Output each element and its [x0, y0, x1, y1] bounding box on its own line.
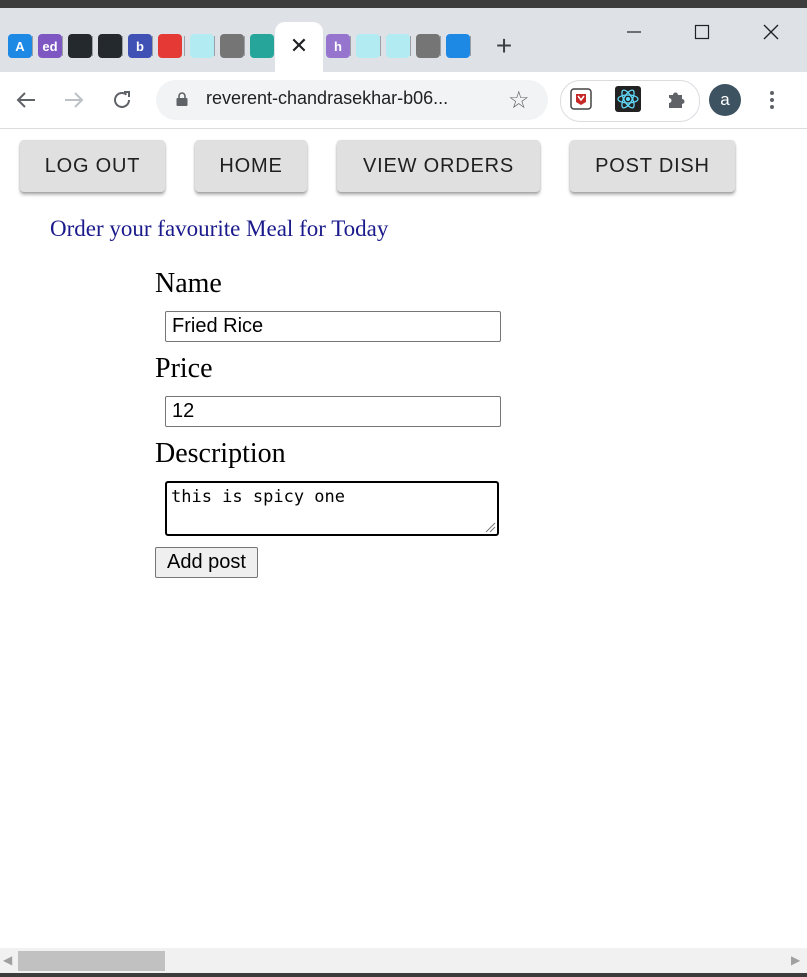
github-tab-icon-2[interactable] [98, 34, 122, 58]
tab-separator [380, 36, 381, 56]
home-button[interactable]: HOME [195, 140, 307, 192]
tab-separator [470, 36, 471, 56]
heroku-tab-icon[interactable]: h [326, 34, 350, 58]
tab-separator [62, 36, 63, 56]
scrollbar-thumb[interactable] [18, 951, 165, 971]
url-text[interactable]: reverent-chandrasekhar-b06... [206, 88, 448, 109]
tab-separator [184, 36, 185, 56]
close-window-icon[interactable] [756, 18, 786, 46]
tab-separator [410, 36, 411, 56]
tab-separator [440, 36, 441, 56]
tab-separator [32, 36, 33, 56]
new-tab-button[interactable]: + [490, 30, 518, 61]
globe-tab-icon[interactable] [220, 34, 244, 58]
tab-close-icon[interactable]: ✕ [287, 33, 311, 58]
bookmark-star-icon[interactable]: ☆ [508, 86, 530, 115]
forward-arrow-icon[interactable] [60, 86, 88, 114]
reload-icon[interactable] [108, 86, 136, 114]
edpuzzle-tab-icon[interactable]: ed [38, 34, 62, 58]
scroll-right-arrow-icon[interactable]: ▶ [791, 953, 800, 967]
view-orders-button[interactable]: VIEW ORDERS [337, 140, 540, 192]
tab-separator [152, 36, 153, 56]
add-post-button[interactable]: Add post [155, 547, 258, 578]
puzzle-extensions-icon[interactable] [664, 86, 690, 112]
pattern-tab-icon[interactable] [190, 34, 214, 58]
react-devtools-icon[interactable] [615, 86, 641, 112]
page-tagline: Order your favourite Meal for Today [50, 216, 389, 241]
tab-separator [350, 36, 351, 56]
lock-icon[interactable] [176, 92, 188, 106]
globe-tab-icon-2[interactable] [416, 34, 440, 58]
check-tab-icon[interactable] [250, 34, 274, 58]
b-tab-icon[interactable]: b [128, 34, 152, 58]
name-input[interactable] [165, 311, 501, 342]
tab-separator [122, 36, 123, 56]
post-dish-button[interactable]: POST DISH [570, 140, 735, 192]
browser-menu-icon[interactable] [762, 86, 782, 114]
minimize-icon[interactable] [619, 18, 649, 46]
price-label: Price [155, 353, 213, 384]
tab-separator [244, 36, 245, 56]
github-tab-icon[interactable] [68, 34, 92, 58]
scroll-left-arrow-icon[interactable]: ◀ [3, 953, 12, 967]
pattern-tab-icon-3[interactable] [386, 34, 410, 58]
pattern-tab-icon-2[interactable] [356, 34, 380, 58]
mcafee-extension-icon[interactable] [568, 86, 594, 112]
maximize-icon[interactable] [687, 18, 717, 46]
price-input[interactable] [165, 396, 501, 427]
atlas-tab-icon[interactable]: A [8, 34, 32, 58]
tab-separator [92, 36, 93, 56]
window-bottom-edge [0, 973, 807, 977]
table-tab-icon[interactable] [446, 34, 470, 58]
trello-like-tab-icon[interactable] [158, 34, 182, 58]
name-label: Name [155, 268, 222, 299]
window-top-edge [0, 0, 807, 8]
back-arrow-icon[interactable] [12, 86, 40, 114]
profile-avatar[interactable]: a [709, 84, 741, 116]
description-textarea[interactable]: this is spicy one [165, 481, 499, 536]
tab-separator [214, 36, 215, 56]
logout-button[interactable]: LOG OUT [20, 140, 165, 192]
description-label: Description [155, 438, 286, 469]
resize-grip-icon[interactable] [484, 520, 496, 533]
